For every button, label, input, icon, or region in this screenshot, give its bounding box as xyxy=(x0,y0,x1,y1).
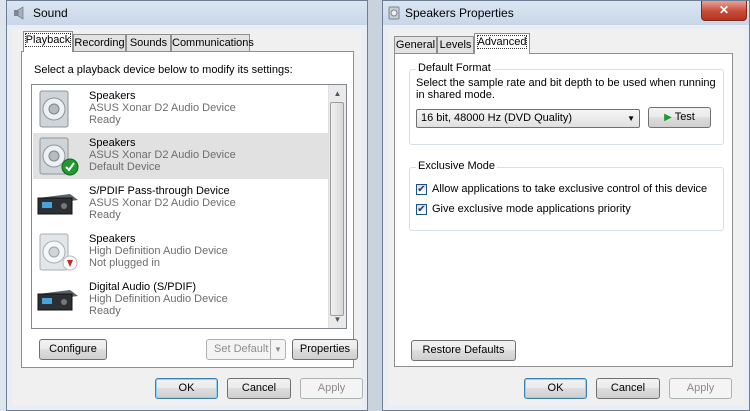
speaker-icon xyxy=(39,90,69,128)
speakers-properties-dialog: Speakers Properties ✕ General Levels Adv… xyxy=(382,0,750,411)
configure-button[interactable]: Configure xyxy=(39,339,107,360)
properties-titlebar[interactable]: Speakers Properties ✕ xyxy=(383,1,749,25)
set-default-button[interactable]: Set Default ▼ xyxy=(206,339,286,360)
sound-title: Sound xyxy=(33,6,68,20)
device-status: Default Device xyxy=(89,161,161,173)
speaker-default-icon xyxy=(39,137,79,176)
sound-cancel-button[interactable]: Cancel xyxy=(227,378,291,399)
sound-app-icon xyxy=(14,6,24,20)
speaker-unplugged-icon xyxy=(39,233,78,271)
exclusive-control-label[interactable]: Allow applications to take exclusive con… xyxy=(432,183,707,195)
default-format-group: Default Format Select the sample rate an… xyxy=(409,62,724,145)
device-name: S/PDIF Pass-through Device xyxy=(89,185,230,197)
scroll-down-arrow-icon[interactable]: ▼ xyxy=(329,311,346,328)
device-status: Not plugged in xyxy=(89,257,160,269)
exclusive-priority-checkbox[interactable]: ✔ xyxy=(416,204,427,215)
device-list-scrollbar[interactable]: ▲ ▼ xyxy=(328,85,346,328)
tab-playback[interactable]: Playback xyxy=(23,31,73,52)
chevron-down-icon: ▼ xyxy=(627,114,635,123)
play-icon: ▶ xyxy=(664,112,672,123)
test-label: Test xyxy=(674,111,695,123)
list-item[interactable]: Speakers ASUS Xonar D2 Audio Device Defa… xyxy=(33,133,346,179)
tab-levels[interactable]: Levels xyxy=(437,36,474,54)
device-name: Speakers xyxy=(89,90,136,102)
close-icon[interactable]: ✕ xyxy=(701,1,747,21)
playback-instruction: Select a playback device below to modify… xyxy=(34,64,293,76)
sample-format-dropdown[interactable]: 16 bit, 48000 Hz (DVD Quality) ▼ xyxy=(416,109,640,128)
exclusive-priority-label[interactable]: Give exclusive mode applications priorit… xyxy=(432,203,631,215)
sample-format-value: 16 bit, 48000 Hz (DVD Quality) xyxy=(421,112,573,124)
properties-apply-button[interactable]: Apply xyxy=(669,378,732,399)
list-item[interactable]: Speakers ASUS Xonar D2 Audio Device Read… xyxy=(33,86,346,132)
device-status: Ready xyxy=(89,305,121,317)
sound-ok-button[interactable]: OK xyxy=(155,378,218,399)
device-status: Ready xyxy=(89,209,121,221)
test-button[interactable]: ▶ Test xyxy=(648,107,711,128)
list-item[interactable]: Speakers High Definition Audio Device No… xyxy=(33,229,346,275)
device-description: High Definition Audio Device xyxy=(89,245,228,257)
list-item[interactable]: Digital Audio (S/PDIF) High Definition A… xyxy=(33,277,346,323)
scroll-thumb[interactable] xyxy=(330,102,344,316)
playback-panel: Select a playback device below to modify… xyxy=(21,51,358,368)
desktop-gap xyxy=(368,0,382,411)
properties-ok-button[interactable]: OK xyxy=(524,378,587,399)
list-item[interactable]: S/PDIF Pass-through Device ASUS Xonar D2… xyxy=(33,181,346,227)
device-description: High Definition Audio Device xyxy=(89,293,228,305)
properties-cancel-button[interactable]: Cancel xyxy=(596,378,660,399)
set-default-label: Set Default xyxy=(214,343,269,355)
device-name: Speakers xyxy=(89,137,136,149)
device-description: ASUS Xonar D2 Audio Device xyxy=(89,102,236,114)
advanced-panel: Default Format Select the sample rate an… xyxy=(394,53,733,367)
tab-general[interactable]: General xyxy=(394,36,437,54)
default-format-description-line2: in shared mode. xyxy=(416,89,495,101)
properties-title: Speakers Properties xyxy=(405,6,514,20)
device-description: ASUS Xonar D2 Audio Device xyxy=(89,149,236,161)
tab-communications[interactable]: Communications xyxy=(171,34,254,52)
restore-defaults-button[interactable]: Restore Defaults xyxy=(411,340,516,361)
tab-advanced[interactable]: Advanced xyxy=(474,33,530,54)
properties-client: General Levels Advanced Default Format S… xyxy=(388,29,744,406)
exclusive-control-checkbox[interactable]: ✔ xyxy=(416,184,427,195)
set-default-dropdown-icon[interactable]: ▼ xyxy=(270,340,285,359)
device-name: Digital Audio (S/PDIF) xyxy=(89,281,196,293)
sound-apply-button[interactable]: Apply xyxy=(300,378,363,399)
default-format-title: Default Format xyxy=(416,62,493,74)
playback-device-list[interactable]: Speakers ASUS Xonar D2 Audio Device Read… xyxy=(31,84,347,329)
properties-button[interactable]: Properties xyxy=(292,339,358,360)
sound-dialog: Sound Playback Recording Sounds Communic… xyxy=(6,0,368,411)
tab-sounds[interactable]: Sounds xyxy=(126,34,171,52)
digital-audio-icon xyxy=(37,194,78,215)
scroll-up-arrow-icon[interactable]: ▲ xyxy=(329,85,346,102)
device-name: Speakers xyxy=(89,233,136,245)
device-status: Ready xyxy=(89,114,121,126)
default-format-description-line1: Select the sample rate and bit depth to … xyxy=(416,77,716,89)
sound-titlebar[interactable]: Sound xyxy=(7,1,367,25)
exclusive-mode-group: Exclusive Mode ✔ Allow applications to t… xyxy=(409,160,724,231)
device-description: ASUS Xonar D2 Audio Device xyxy=(89,197,236,209)
exclusive-mode-title: Exclusive Mode xyxy=(416,160,498,172)
tab-recording[interactable]: Recording xyxy=(73,34,126,52)
sound-client: Playback Recording Sounds Communications… xyxy=(12,29,363,406)
digital-audio-icon xyxy=(37,290,78,311)
speaker-app-icon xyxy=(388,6,400,20)
